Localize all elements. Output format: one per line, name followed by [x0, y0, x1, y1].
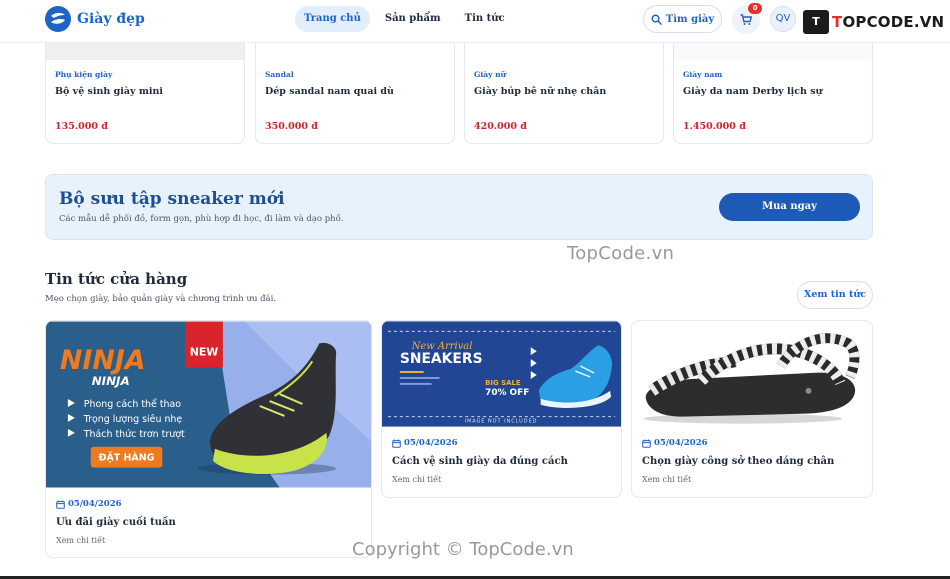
news-date-text: 05/04/2026: [654, 438, 708, 448]
user-avatar[interactable]: QV: [770, 6, 796, 32]
news-date: 05/04/2026: [56, 499, 122, 509]
product-price: 1.450.000 đ: [683, 121, 746, 132]
product-category: Giày nam: [683, 70, 723, 79]
news-card[interactable]: New Arrival SNEAKERS BIG SALE 70% OFF IM…: [381, 320, 622, 498]
news-image-feature: Trọng lượng siêu nhẹ: [83, 414, 183, 425]
view-news-button[interactable]: Xem tin tức: [797, 281, 873, 309]
product-price: 135.000 đ: [55, 121, 108, 132]
product-card[interactable]: Giày nam Giày da nam Derby lịch sự 1.450…: [673, 30, 873, 144]
product-category: Giày nữ: [474, 70, 506, 79]
product-card[interactable]: Phụ kiện giày Bộ vệ sinh giày mini 135.0…: [45, 30, 245, 144]
sneaker-note: IMAGE NOT INCLUDED: [465, 419, 538, 425]
news-section-subtitle: Mẹo chọn giày, bảo quản giày và chương t…: [45, 294, 277, 304]
news-title[interactable]: Chọn giày công sở theo dáng chân: [642, 456, 834, 467]
product-name: Dép sandal nam quai dù: [265, 86, 394, 97]
calendar-icon: [392, 438, 401, 448]
news-title[interactable]: Ưu đãi giày cuối tuần: [56, 517, 176, 528]
product-card[interactable]: Giày nữ Giày búp bê nữ nhẹ chân 420.000 …: [464, 30, 664, 144]
product-price: 420.000 đ: [474, 121, 527, 132]
sneaker-headline: SNEAKERS: [400, 351, 483, 367]
news-image-cta: ĐẶT HÀNG: [99, 452, 155, 464]
search-label: Tìm giày: [665, 13, 715, 25]
news-image-brand-sub: NINJA: [92, 374, 130, 388]
brand-name: Giày đẹp: [77, 11, 145, 27]
news-image-feature: Thách thức trơn trượt: [83, 429, 185, 440]
buy-now-button[interactable]: Mua ngay: [719, 193, 860, 221]
promo-subtitle: Các mẫu dễ phối đồ, form gọn, phù hợp đi…: [59, 214, 344, 224]
watermark-logo-text-accent: T: [832, 13, 843, 31]
news-thumbnail-ninja: NEW NINJA NINJA Phong cách thể thao Trọn…: [46, 321, 371, 488]
product-category: Sandal: [265, 70, 294, 79]
product-name: Bộ vệ sinh giày mini: [55, 86, 164, 97]
news-card[interactable]: 05/04/2026 Chọn giày công sở theo dáng c…: [631, 320, 873, 498]
cart-count-badge: 0: [748, 3, 762, 14]
watermark-logo-text-main: OPCODE.VN: [842, 13, 945, 31]
top-header: Giày đẹp Trang chủ Sản phẩm Tin tức Tìm …: [0, 0, 950, 43]
news-thumbnail-sandal: [632, 321, 872, 427]
news-image-feature: Phong cách thể thao: [84, 399, 182, 410]
news-thumbnail-sneakers: New Arrival SNEAKERS BIG SALE 70% OFF IM…: [382, 321, 621, 427]
product-category: Phụ kiện giày: [55, 70, 113, 79]
product-name: Giày búp bê nữ nhẹ chân: [474, 86, 607, 97]
sneaker-off-label: 70% OFF: [485, 388, 529, 398]
search-button[interactable]: Tìm giày: [643, 5, 722, 33]
main-nav: Trang chủ Sản phẩm Tin tức: [295, 6, 514, 32]
news-section-title: Tin tức cửa hàng: [45, 270, 188, 288]
news-date-text: 05/04/2026: [68, 499, 122, 509]
news-date-text: 05/04/2026: [404, 438, 458, 448]
nav-news[interactable]: Tin tức: [456, 6, 514, 32]
calendar-icon: [642, 438, 651, 448]
watermark-text: TopCode.vn: [567, 243, 675, 264]
cart-icon: [740, 14, 752, 25]
nav-products[interactable]: Sản phẩm: [376, 6, 450, 32]
copyright-watermark: Copyright © TopCode.vn: [352, 539, 574, 560]
product-card[interactable]: Sandal Dép sandal nam quai dù 350.000 đ: [255, 30, 455, 144]
promo-title: Bộ sưu tập sneaker mới: [59, 189, 285, 209]
news-card[interactable]: NEW NINJA NINJA Phong cách thể thao Trọn…: [45, 320, 372, 558]
promo-banner: Bộ sưu tập sneaker mới Các mẫu dễ phối đ…: [45, 174, 873, 240]
news-title[interactable]: Cách vệ sinh giày da đúng cách: [392, 456, 568, 467]
brand-logo-icon: [45, 6, 71, 32]
news-image-brand: NINJA: [60, 345, 146, 376]
news-read-more-link[interactable]: Xem chi tiết: [392, 475, 441, 484]
watermark-logo-text: TOPCODE.VN: [832, 13, 944, 31]
news-image-badge: NEW: [190, 345, 219, 358]
product-name: Giày da nam Derby lịch sự: [683, 86, 823, 97]
watermark-logo-icon: T: [803, 10, 829, 34]
search-icon: [651, 14, 662, 25]
sneaker-sale-label: BIG SALE: [485, 379, 521, 387]
news-date: 05/04/2026: [392, 438, 458, 448]
brand[interactable]: Giày đẹp: [45, 6, 145, 32]
news-read-more-link[interactable]: Xem chi tiết: [642, 475, 691, 484]
watermark-logo: T TOPCODE.VN: [803, 10, 944, 34]
news-date: 05/04/2026: [642, 438, 708, 448]
nav-home[interactable]: Trang chủ: [295, 6, 370, 32]
calendar-icon: [56, 499, 65, 509]
product-price: 350.000 đ: [265, 121, 318, 132]
news-read-more-link[interactable]: Xem chi tiết: [56, 536, 105, 545]
